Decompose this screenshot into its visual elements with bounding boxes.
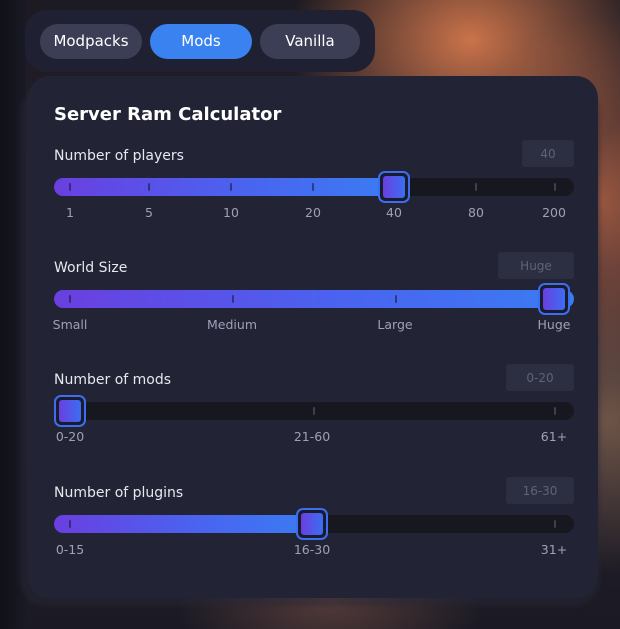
plugins-label: Number of plugins <box>54 485 184 501</box>
world-size-tick-label: Large <box>377 317 413 332</box>
card-title: Server Ram Calculator <box>54 104 282 125</box>
tab-modpacks[interactable]: Modpacks <box>40 23 142 59</box>
players-tick <box>230 183 232 191</box>
mods-slider-thumb[interactable] <box>54 395 86 427</box>
tab-mods[interactable]: Mods <box>150 23 252 59</box>
world-size-slider-thumb[interactable] <box>538 283 570 315</box>
plugins-slider-fill <box>54 515 312 533</box>
world-size-tick <box>69 295 71 303</box>
plugins-tick-label: 0-15 <box>55 542 85 557</box>
mods-tick-label: 0-20 <box>55 429 85 444</box>
players-label: Number of players <box>54 148 184 164</box>
tab-vanilla[interactable]: Vanilla <box>260 23 360 59</box>
world-size-tick-label: Small <box>52 317 88 332</box>
world-size-label: World Size <box>54 260 128 276</box>
players-value-field: 40 <box>522 140 574 167</box>
plugins-slider-track[interactable] <box>54 508 574 540</box>
world-size-tick <box>395 295 397 303</box>
plugins-tick <box>69 520 71 528</box>
plugins-tick-label: 31+ <box>540 542 568 557</box>
plugins-tick-label: 16-30 <box>293 542 331 557</box>
world-size-slider-track[interactable] <box>54 283 574 315</box>
players-slider-thumb[interactable] <box>378 171 410 203</box>
players-tick-label: 20 <box>305 205 321 220</box>
players-tick-label: 200 <box>542 205 566 220</box>
players-tick <box>69 183 71 191</box>
players-tick-label: 5 <box>145 205 153 220</box>
mods-tick <box>554 407 556 415</box>
mods-tick-label: 21-60 <box>293 429 331 444</box>
players-tick-label: 40 <box>386 205 402 220</box>
world-size-tick-label: Huge <box>537 317 571 332</box>
players-tick-label: 80 <box>468 205 484 220</box>
players-slider-track[interactable] <box>54 171 574 203</box>
mods-label: Number of mods <box>54 372 172 388</box>
world-size-value-field: Huge <box>498 252 574 279</box>
players-tick <box>475 183 477 191</box>
players-tick-label: 1 <box>66 205 74 220</box>
players-tick <box>554 183 556 191</box>
players-tick <box>312 183 314 191</box>
world-size-slider-fill <box>54 290 574 308</box>
players-slider-fill <box>54 178 394 196</box>
plugins-slider-thumb[interactable] <box>296 508 328 540</box>
mods-slider-track[interactable] <box>54 395 574 427</box>
world-size-tick <box>232 295 234 303</box>
plugins-tick <box>554 520 556 528</box>
world-size-tick-label: Medium <box>207 317 257 332</box>
players-tick <box>148 183 150 191</box>
plugins-value-field: 16-30 <box>506 477 574 504</box>
players-tick-label: 10 <box>223 205 239 220</box>
mods-value-field: 0-20 <box>506 364 574 391</box>
mods-tick <box>313 407 315 415</box>
ram-calculator-card: Server Ram Calculator Number of players … <box>28 76 598 598</box>
tab-bar: Modpacks Mods Vanilla <box>25 10 375 72</box>
mods-tick-label: 61+ <box>540 429 568 444</box>
